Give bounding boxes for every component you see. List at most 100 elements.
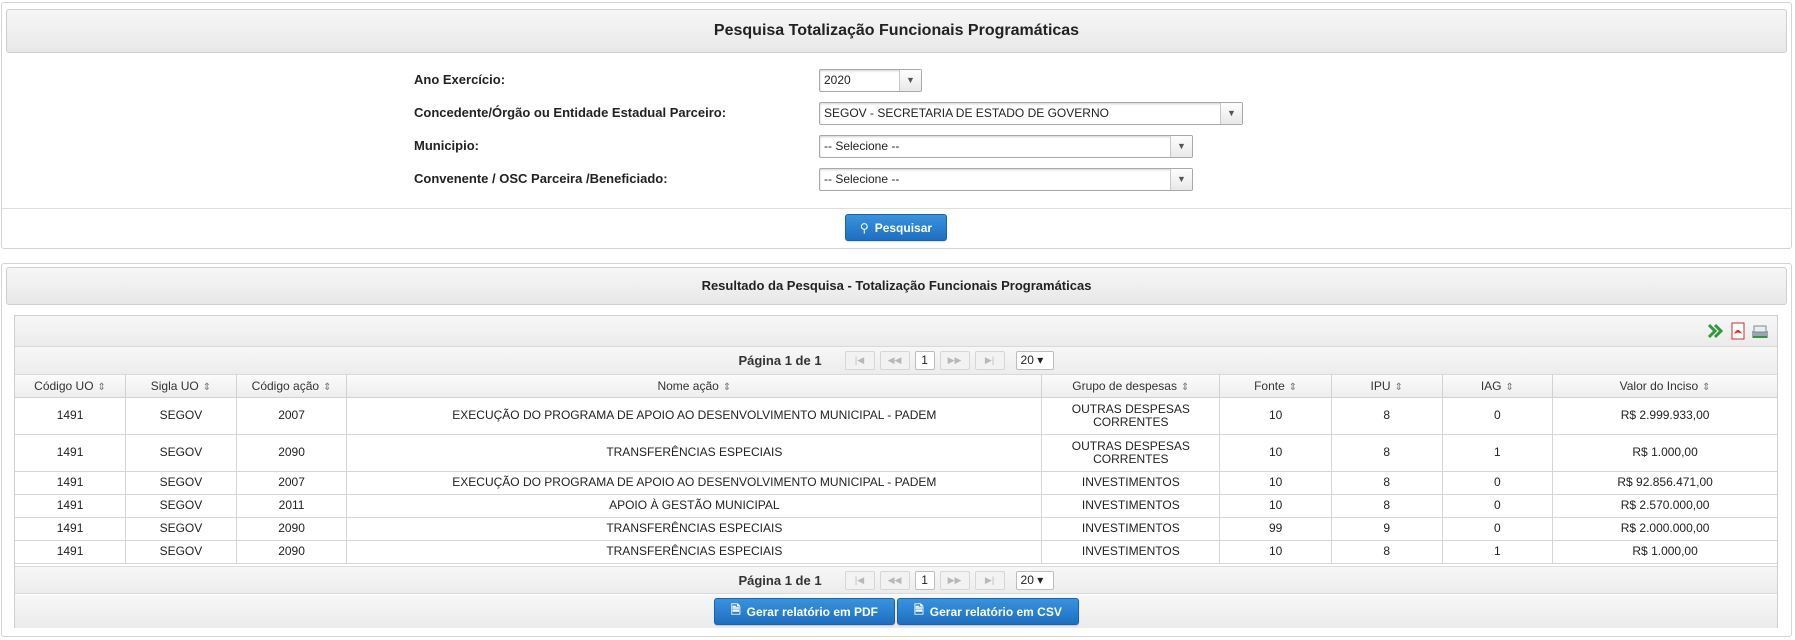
cell-valor-inciso: R$ 1.000,00 — [1552, 539, 1777, 564]
cell-fonte: 10 — [1219, 539, 1332, 564]
cell-valor-inciso: R$ 92.856.471,00 — [1552, 470, 1777, 495]
search-panel: Pesquisa Totalização Funcionais Programá… — [1, 2, 1792, 249]
generate-pdf-button[interactable]: 🗎 Gerar relatório em PDF — [714, 598, 895, 625]
column-header-fonte[interactable]: Fonte ⇕ — [1219, 375, 1332, 398]
column-header-grupo-despesas[interactable]: Grupo de despesas ⇕ — [1041, 375, 1221, 398]
ano-exercicio-select[interactable]: 2020 ▼ — [819, 69, 922, 92]
cell-sigla-uo: SEGOV — [125, 396, 237, 435]
cell-iag: 1 — [1441, 433, 1554, 472]
generate-csv-button[interactable]: 🗎 Gerar relatório em CSV — [897, 598, 1079, 625]
sort-icon: ⇕ — [722, 381, 732, 393]
cell-codigo-uo: 1491 — [15, 516, 127, 541]
cell-ipu: 8 — [1330, 539, 1443, 564]
chevron-down-icon[interactable]: ▼ — [1170, 136, 1192, 157]
sort-icon: ⇕ — [1180, 381, 1190, 393]
rows-per-page-select[interactable]: 20 ▾ — [1015, 570, 1054, 590]
ano-exercicio-value: 2020 — [824, 73, 851, 87]
excel-icon[interactable] — [1707, 322, 1725, 340]
table-row[interactable]: 1491 SEGOV 2011 APOIO À GESTÃO MUNICIPAL INV… — [15, 493, 1777, 518]
chevron-down-icon[interactable]: ▼ — [1170, 169, 1192, 190]
convenente-select[interactable]: -- Selecione -- ▼ — [819, 168, 1193, 191]
convenente-label: Convenente / OSC Parceira /Beneficiado: — [414, 171, 668, 186]
first-page-button[interactable]: |◀ — [844, 570, 875, 590]
next-page-button[interactable]: ▶▶ — [939, 570, 970, 590]
grid-toolbar — [15, 316, 1777, 347]
cell-nome-acao: TRANSFERÊNCIAS ESPECIAIS — [346, 539, 1043, 564]
table-row[interactable]: 1491 SEGOV 2007 EXECUÇÃO DO PROGRAMA DE APO… — [15, 396, 1777, 435]
cell-fonte: 99 — [1219, 516, 1332, 541]
cell-codigo-uo: 1491 — [15, 470, 127, 495]
cell-nome-acao: TRANSFERÊNCIAS ESPECIAIS — [346, 433, 1043, 472]
cell-grupo-despesas: OUTRAS DESPESAS CORRENTES — [1041, 396, 1221, 435]
cell-fonte: 10 — [1219, 493, 1332, 518]
column-header-nome-acao[interactable]: Nome ação ⇕ — [346, 375, 1043, 398]
cell-codigo-uo: 1491 — [15, 493, 127, 518]
column-header-ipu[interactable]: IPU ⇕ — [1330, 375, 1443, 398]
table-row[interactable]: 1491 SEGOV 2007 EXECUÇÃO DO PROGRAMA DE APO… — [15, 470, 1777, 495]
table-row[interactable]: 1491 SEGOV 2090 TRANSFERÊNCIAS ESPECIAIS OUT… — [15, 433, 1777, 472]
concedente-label: Concedente/Órgão ou Entidade Estadual Pa… — [414, 105, 727, 120]
column-header-valor-inciso[interactable]: Valor do Inciso ⇕ — [1552, 375, 1777, 398]
cell-grupo-despesas: INVESTIMENTOS — [1041, 493, 1221, 518]
next-page-button[interactable]: ▶▶ — [939, 351, 970, 370]
chevron-down-icon[interactable]: ▼ — [1220, 103, 1242, 124]
cell-codigo-uo: 1491 — [15, 539, 127, 564]
sort-icon: ⇕ — [1702, 381, 1711, 393]
pdf-icon[interactable] — [1729, 322, 1747, 340]
sort-icon: ⇕ — [1394, 381, 1403, 393]
cell-sigla-uo: SEGOV — [125, 516, 237, 541]
column-header-codigo-uo[interactable]: Código UO ⇕ — [15, 375, 127, 398]
document-icon: 🗎 — [730, 603, 741, 617]
sort-icon: ⇕ — [323, 381, 332, 393]
column-header-sigla-uo[interactable]: Sigla UO ⇕ — [125, 375, 237, 398]
column-header-iag[interactable]: IAG ⇕ — [1441, 375, 1554, 398]
cell-codigo-uo: 1491 — [15, 396, 127, 435]
prev-page-button[interactable]: ◀◀ — [879, 351, 910, 370]
search-icon: ⚲ — [859, 220, 869, 235]
cell-valor-inciso: R$ 2.000.000,00 — [1552, 516, 1777, 541]
document-icon: 🗎 — [914, 603, 924, 617]
cell-iag: 0 — [1441, 516, 1554, 541]
last-page-button[interactable]: ▶| — [974, 570, 1005, 590]
table-row[interactable]: 1491 SEGOV 2090 TRANSFERÊNCIAS ESPECIAIS INV… — [15, 516, 1777, 541]
cell-nome-acao: TRANSFERÊNCIAS ESPECIAIS — [346, 516, 1043, 541]
cell-codigo-acao: 2011 — [235, 493, 348, 518]
cell-grupo-despesas: INVESTIMENTOS — [1041, 539, 1221, 564]
rows-per-page-select[interactable]: 20 ▾ — [1015, 351, 1054, 370]
cell-codigo-acao: 2090 — [235, 539, 348, 564]
cell-sigla-uo: SEGOV — [125, 493, 237, 518]
cell-codigo-uo: 1491 — [15, 433, 127, 472]
page-info: Página 1 de 1 — [738, 353, 822, 368]
chevron-down-icon[interactable]: ▼ — [899, 70, 921, 91]
prev-page-button[interactable]: ◀◀ — [879, 570, 910, 590]
cell-codigo-acao: 2090 — [235, 433, 348, 472]
results-panel-title: Resultado da Pesquisa - Totalização Func… — [6, 267, 1787, 305]
cell-grupo-despesas: INVESTIMENTOS — [1041, 470, 1221, 495]
page-number[interactable]: 1 — [914, 570, 935, 590]
cell-grupo-despesas: OUTRAS DESPESAS CORRENTES — [1041, 433, 1221, 472]
csv-icon[interactable] — [1751, 322, 1769, 340]
table-row[interactable]: 1491 SEGOV 2090 TRANSFERÊNCIAS ESPECIAIS INV… — [15, 539, 1777, 564]
cell-nome-acao: EXECUÇÃO DO PROGRAMA DE APOIO AO DESENVO… — [346, 396, 1043, 435]
generate-csv-label: Gerar relatório em CSV — [929, 604, 1062, 619]
search-button[interactable]: ⚲ Pesquisar — [845, 214, 947, 241]
results-table: Código UO ⇕ Sigla UO ⇕ Código ação ⇕ Nome a… — [15, 375, 1777, 564]
rows-per-page-value: 20 — [1020, 572, 1034, 587]
cell-valor-inciso: R$ 2.999.933,00 — [1552, 396, 1777, 435]
column-header-codigo-acao[interactable]: Código ação ⇕ — [235, 375, 348, 398]
last-page-button[interactable]: ▶| — [974, 351, 1005, 370]
first-page-button[interactable]: |◀ — [844, 351, 875, 370]
concedente-value: SEGOV - SECRETARIA DE ESTADO DE GOVERNO — [824, 106, 1109, 120]
export-icons — [1707, 322, 1769, 340]
cell-valor-inciso: R$ 1.000,00 — [1552, 433, 1777, 472]
form-divider — [2, 208, 1791, 209]
cell-grupo-despesas: INVESTIMENTOS — [1041, 516, 1221, 541]
rows-per-page-value: 20 — [1020, 353, 1034, 367]
cell-sigla-uo: SEGOV — [125, 470, 237, 495]
page-number[interactable]: 1 — [914, 351, 935, 370]
cell-fonte: 10 — [1219, 396, 1332, 435]
search-button-label: Pesquisar — [874, 220, 933, 235]
cell-codigo-acao: 2090 — [235, 516, 348, 541]
concedente-select[interactable]: SEGOV - SECRETARIA DE ESTADO DE GOVERNO … — [819, 102, 1243, 125]
municipio-select[interactable]: -- Selecione -- ▼ — [819, 135, 1193, 158]
